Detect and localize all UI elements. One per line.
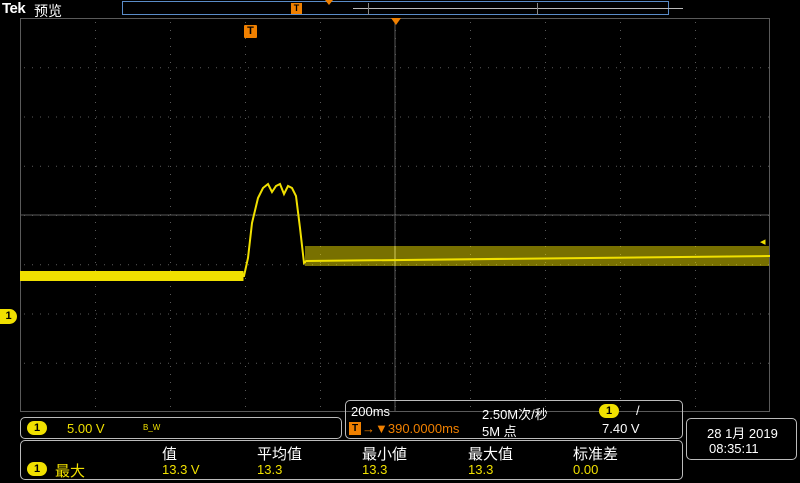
trigger-delay-icon: T	[349, 422, 361, 435]
record-view-bar[interactable]	[122, 1, 683, 15]
trigger-source-badge: 1	[599, 404, 619, 418]
channel-readout[interactable]: 1 5.00 V B_W	[20, 417, 342, 439]
measurement-header-mean: 平均值	[257, 446, 303, 463]
trigger-level: 7.40 V	[602, 421, 640, 436]
measurement-panel[interactable]: 值 平均值 最小値 最大值 标准差 1 最大 13.3 V 13.3 13.3 …	[20, 440, 683, 480]
trigger-level-icon: ◂	[760, 236, 766, 248]
measurement-name: 最大	[55, 463, 86, 480]
measurement-header-min: 最小値	[362, 446, 408, 463]
horizontal-position-icon[interactable]	[391, 18, 401, 25]
brand-logo: Tek	[2, 0, 26, 17]
measurement-max: 13.3	[468, 462, 494, 477]
channel-1-ground-marker[interactable]: 1	[0, 309, 17, 324]
record-position-icon	[325, 0, 333, 5]
measurement-header-stddev: 标准差	[573, 446, 619, 463]
record-length: 5M 点	[482, 424, 517, 439]
datetime-box: 28 1月 2019 08:35:11	[686, 418, 797, 460]
graticule	[20, 18, 770, 412]
record-view-window[interactable]	[368, 3, 538, 15]
channel-badge: 1	[27, 421, 47, 435]
trigger-slope-icon: /	[636, 403, 640, 418]
measurement-mean: 13.3	[257, 462, 283, 477]
measurement-value: 13.3 V	[162, 462, 200, 477]
horizontal-position: →▼390.0000ms	[362, 421, 460, 436]
time-scale: 200ms	[351, 404, 391, 419]
measurement-header-value: 值	[162, 446, 178, 463]
waveform-noise	[20, 246, 769, 281]
top-bar: Tek 预览 T	[0, 0, 800, 19]
measurement-stddev: 0.00	[573, 462, 599, 477]
measurement-source-badge: 1	[27, 462, 47, 476]
grid-center-axes	[20, 18, 770, 412]
time: 08:35:11	[709, 441, 759, 456]
channel-scale: 5.00 V	[67, 421, 105, 436]
date: 28 1月 2019	[707, 426, 778, 441]
bandwidth-limit-label: B_W	[143, 423, 161, 432]
measurement-header-max: 最大值	[468, 446, 514, 463]
trigger-position-icon[interactable]: T	[244, 25, 257, 38]
record-trigger-icon: T	[291, 3, 302, 14]
timebase-readout[interactable]: 200ms 2.50M次/秒 1 / T →▼390.0000ms 5M 点 7…	[345, 400, 683, 439]
measurement-min: 13.3	[362, 462, 388, 477]
